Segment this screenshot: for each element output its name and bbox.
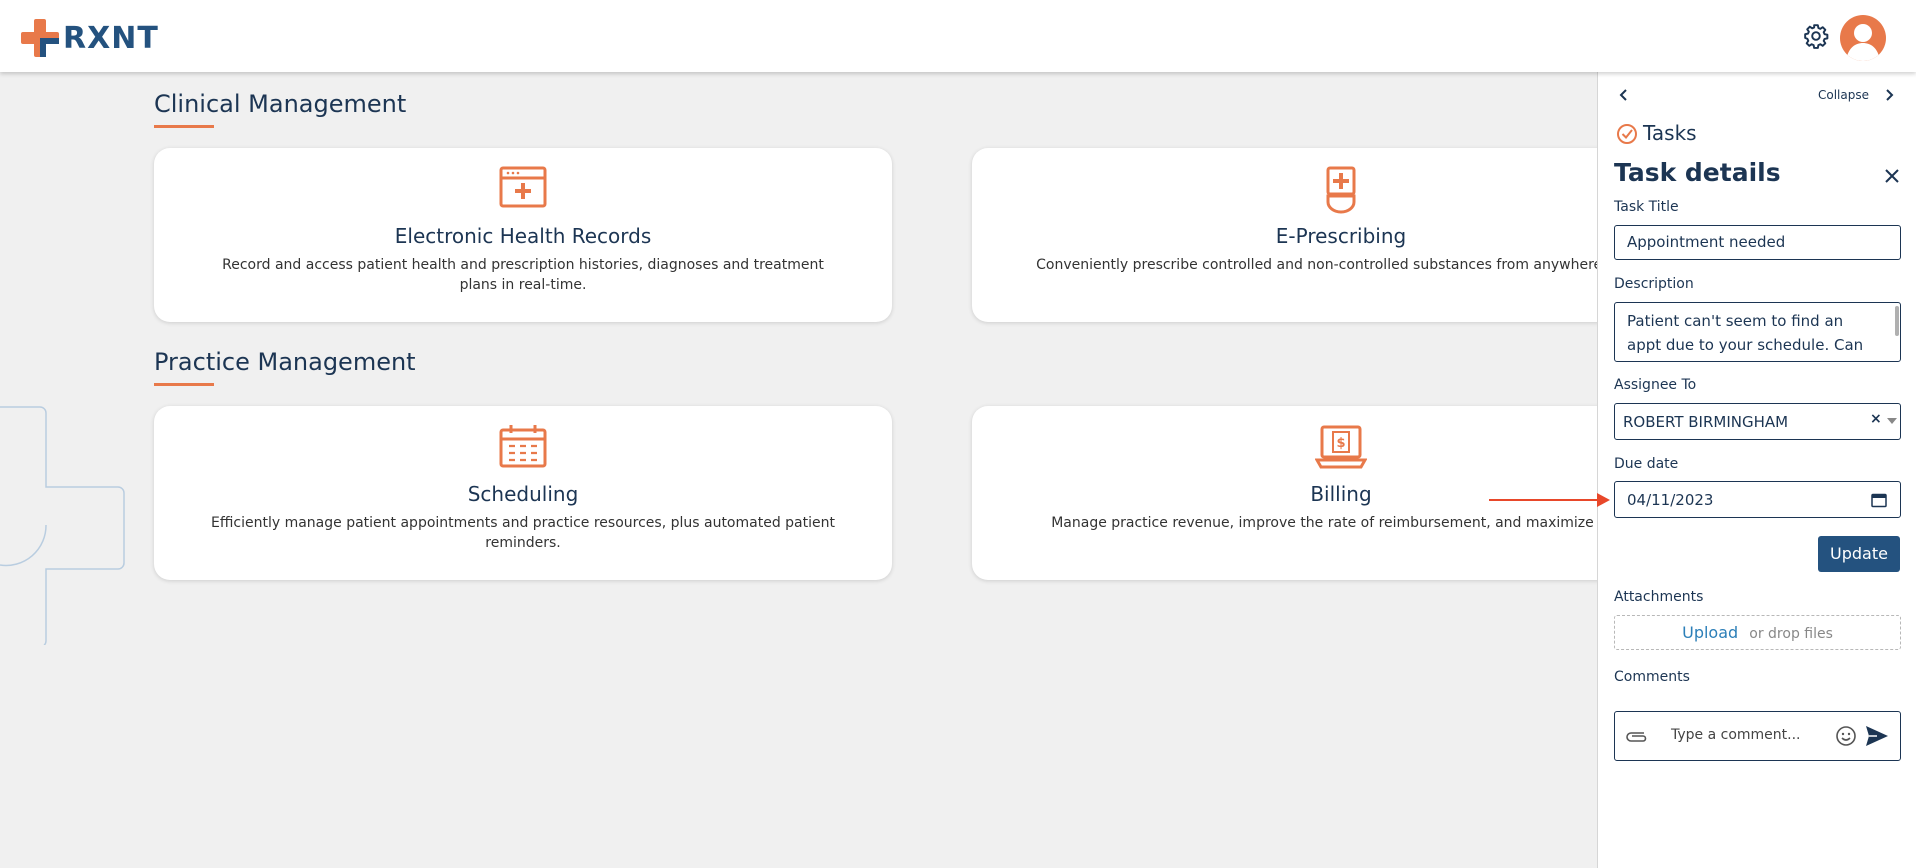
- attachment-dropzone[interactable]: Upload or drop files: [1614, 615, 1901, 650]
- assignee-select[interactable]: ROBERT BIRMINGHAM ×: [1614, 403, 1901, 440]
- calendar-icon: [499, 425, 547, 468]
- task-details-heading: Task details: [1614, 158, 1781, 187]
- rxnt-logo[interactable]: RXNT: [21, 19, 159, 57]
- card-description: Record and access patient health and pre…: [222, 257, 824, 293]
- top-bar: RXNT: [0, 0, 1916, 72]
- task-title-value: Appointment needed: [1627, 233, 1786, 251]
- calendar-picker-icon[interactable]: [1871, 492, 1887, 508]
- upload-link[interactable]: Upload: [1682, 623, 1738, 642]
- close-icon[interactable]: [1884, 168, 1900, 184]
- billing-laptop-icon: $: [1315, 425, 1367, 469]
- gear-icon[interactable]: [1803, 23, 1829, 49]
- dropdown-arrow-icon[interactable]: [1887, 418, 1897, 424]
- annotation-arrow-line: [1489, 499, 1604, 501]
- card-title: Scheduling: [467, 482, 579, 506]
- prescription-bottle-icon: [1326, 166, 1356, 214]
- section-title-clinical: Clinical Management: [154, 90, 407, 118]
- description-label: Description: [1614, 276, 1694, 292]
- task-title-input[interactable]: Appointment needed: [1614, 225, 1901, 260]
- chevron-left-icon[interactable]: [1618, 88, 1630, 102]
- drop-files-label: or drop files: [1749, 626, 1833, 642]
- due-date-input[interactable]: 04/11/2023: [1614, 481, 1901, 518]
- user-avatar[interactable]: [1840, 15, 1886, 61]
- task-title-label: Task Title: [1614, 199, 1679, 215]
- clear-selection-icon[interactable]: ×: [1870, 411, 1882, 427]
- task-panel: Collapse Tasks Task details Task Title A…: [1597, 72, 1916, 868]
- comments-label: Comments: [1614, 669, 1690, 685]
- section-underline: [154, 125, 214, 128]
- section-title-practice: Practice Management: [154, 348, 416, 376]
- update-button[interactable]: Update: [1818, 536, 1900, 572]
- card-electronic-health-records[interactable]: Electronic Health Records Record and acc…: [154, 148, 892, 322]
- user-silhouette-icon: [1846, 24, 1880, 61]
- tasks-label: Tasks: [1643, 121, 1697, 145]
- card-title: Electronic Health Records: [394, 224, 652, 248]
- send-icon[interactable]: [1865, 725, 1889, 747]
- annotation-arrow-head: [1597, 493, 1610, 507]
- assignee-value: ROBERT BIRMINGHAM: [1623, 413, 1789, 431]
- svg-text:$: $: [1336, 436, 1345, 451]
- check-circle-icon: [1617, 124, 1637, 144]
- emoji-icon[interactable]: [1835, 725, 1857, 747]
- due-date-label: Due date: [1614, 456, 1679, 472]
- paperclip-icon[interactable]: [1625, 727, 1647, 745]
- comment-input[interactable]: Type a comment...: [1614, 711, 1901, 761]
- collapse-label[interactable]: Collapse: [1818, 88, 1869, 102]
- due-date-value: 04/11/2023: [1627, 491, 1714, 509]
- rxnt-cross-icon: [21, 19, 59, 57]
- description-value: Patient can't seem to find an appt due t…: [1627, 312, 1864, 354]
- description-textarea[interactable]: Patient can't seem to find an appt due t…: [1614, 302, 1901, 362]
- comment-placeholder: Type a comment...: [1671, 727, 1801, 743]
- brand-name: RXNT: [63, 20, 159, 56]
- card-description: Efficiently manage patient appointments …: [211, 515, 835, 551]
- ehr-icon: [499, 166, 547, 208]
- chevron-right-icon[interactable]: [1883, 88, 1895, 102]
- description-scrollbar[interactable]: [1895, 306, 1899, 336]
- assignee-label: Assignee To: [1614, 377, 1697, 393]
- section-underline: [154, 383, 214, 386]
- background-cross-decoration: [0, 406, 125, 645]
- attachments-label: Attachments: [1614, 589, 1704, 605]
- card-scheduling[interactable]: Scheduling Efficiently manage patient ap…: [154, 406, 892, 580]
